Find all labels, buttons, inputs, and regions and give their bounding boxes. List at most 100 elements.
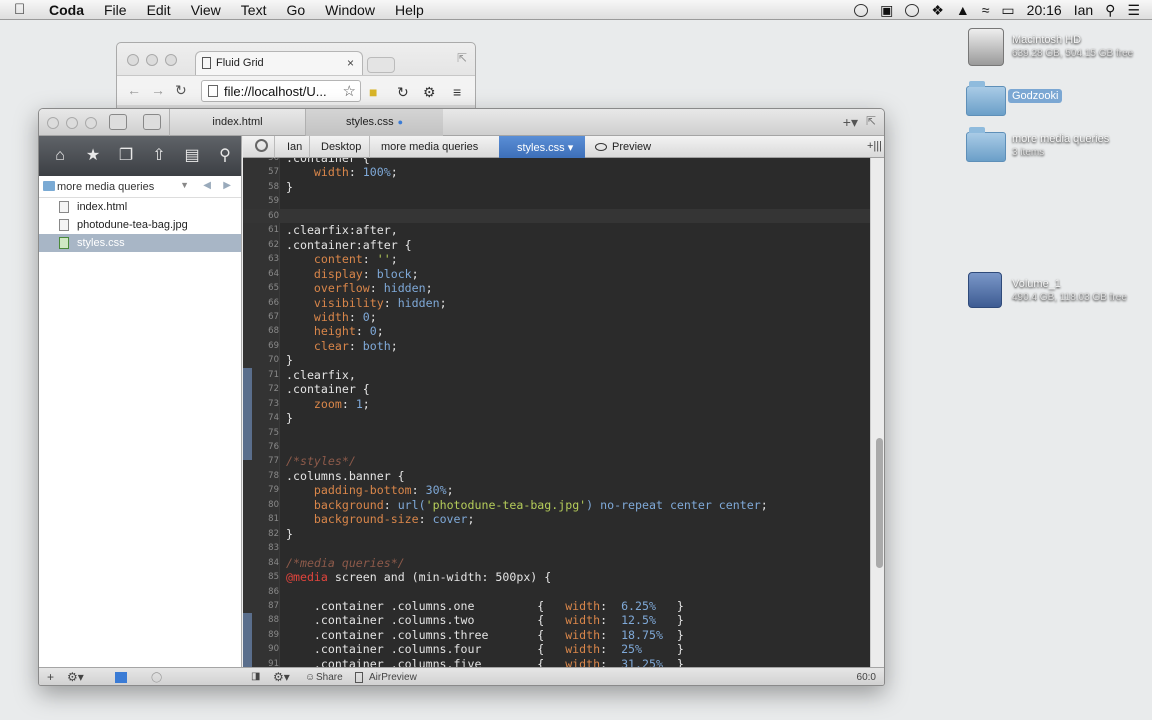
breadcrumb-label: styles.css [517, 142, 565, 154]
user-name[interactable]: Ian [1074, 2, 1093, 18]
sidebar-toggle-icon[interactable] [143, 114, 161, 130]
breadcrumb-desktop[interactable]: Desktop [321, 141, 361, 153]
icon-sublabel: 490.4 GB, 118.03 GB free [1012, 292, 1127, 303]
coda-titlebar: index.html styles.css ● +▾ ⇱ [39, 109, 884, 136]
sync-icon[interactable] [905, 3, 920, 17]
new-tab-button[interactable] [367, 57, 395, 73]
airpreview-device-icon [355, 672, 363, 683]
wifi-icon[interactable]: ≈ [982, 2, 990, 18]
window-controls [127, 54, 177, 66]
change-marker [243, 613, 252, 667]
minimize-button[interactable] [66, 117, 78, 129]
drive-icon[interactable]: ▲ [956, 2, 970, 18]
menu-file[interactable]: File [104, 2, 127, 18]
home-icon[interactable]: ⌂ [49, 146, 71, 166]
find-icon[interactable]: ⚲ [214, 146, 236, 166]
file-sidebar: ⌂ ★ ❐ ⇧ ▤ ⚲ more media queries ▼ ◀ ▶ ind… [39, 136, 242, 667]
scrollbar-thumb[interactable] [876, 438, 883, 568]
camera-icon[interactable]: ▣ [880, 2, 893, 19]
browser-toolbar: ← → ↻ file://localhost/U... ☆ ■ ↻ ⚙ ≡ [117, 75, 475, 105]
hard-drive-icon [968, 28, 1004, 66]
extension-icon[interactable]: ■ [369, 84, 377, 100]
breadcrumb-styles-css[interactable]: styles.css ▾ [499, 136, 585, 158]
menu-app-coda[interactable]: Coda [49, 2, 84, 18]
menu-text[interactable]: Text [241, 2, 267, 18]
forward-icon[interactable]: → [151, 82, 165, 98]
action-gear-icon[interactable]: ⚙▾ [67, 670, 84, 684]
clock[interactable]: 20:16 [1027, 2, 1062, 18]
settings-gear-icon[interactable]: ⚙ [423, 84, 436, 101]
address-bar[interactable]: file://localhost/U... ☆ [201, 80, 361, 102]
tab-styles-css[interactable]: styles.css ● [305, 109, 443, 136]
clips-icon[interactable]: ▤ [181, 146, 203, 166]
split-view-icon[interactable]: +||| [867, 140, 882, 152]
forward-arrow-icon[interactable]: ▶ [223, 180, 231, 191]
fullscreen-icon[interactable]: ⇱ [866, 114, 876, 128]
menu-help[interactable]: Help [395, 2, 424, 18]
menu-view[interactable]: View [191, 2, 221, 18]
sync-extension-icon[interactable]: ↻ [397, 84, 409, 101]
browser-window: Fluid Grid × ⇱ ← → ↻ file://localhost/U.… [116, 42, 476, 118]
close-button[interactable] [127, 54, 139, 66]
back-arrow-icon[interactable]: ◀ [203, 180, 211, 191]
airpreview-button[interactable]: AirPreview [369, 672, 417, 683]
breadcrumb-folder[interactable]: more media queries [381, 141, 478, 153]
notifications-icon[interactable]: ☰ [1127, 2, 1140, 19]
globe-icon[interactable]: ◯ [151, 672, 162, 683]
menu-window[interactable]: Window [325, 2, 375, 18]
spotlight-icon[interactable]: ⚲ [1105, 2, 1115, 19]
layout-icon[interactable]: ◨ [251, 671, 260, 682]
divider [265, 136, 275, 158]
tab-close-icon[interactable]: × [347, 56, 354, 70]
add-icon[interactable]: + [47, 670, 54, 684]
preview-button[interactable]: Preview [612, 141, 651, 153]
menu-icon[interactable]: ≡ [453, 84, 461, 100]
file-item-photodune-tea-bag[interactable]: photodune-tea-bag.jpg [39, 216, 241, 234]
tab-label: styles.css [345, 116, 394, 128]
time-machine-icon[interactable] [854, 3, 869, 17]
fullscreen-icon[interactable]: ⇱ [457, 51, 467, 65]
menu-go[interactable]: Go [286, 2, 305, 18]
files-icon[interactable]: ❐ [115, 146, 137, 166]
chevron-down-icon[interactable]: ▼ [180, 180, 189, 190]
dropbox-icon[interactable]: ❖ [931, 2, 944, 19]
battery-icon[interactable]: ▭ [1001, 2, 1014, 19]
icon-label: more media queries [1012, 133, 1110, 145]
icon-label: Godzooki [1008, 89, 1063, 103]
folder-icon [43, 181, 55, 191]
file-item-index-html[interactable]: index.html [39, 198, 241, 216]
path-bar: Ian Desktop more media queries styles.cs… [243, 136, 884, 158]
change-marker [243, 368, 252, 460]
file-item-styles-css[interactable]: styles.css [39, 234, 241, 252]
vertical-scrollbar[interactable] [870, 158, 884, 667]
share-button[interactable]: Share [316, 672, 343, 683]
menu-edit[interactable]: Edit [147, 2, 171, 18]
bookmarks-icon[interactable]: ★ [82, 146, 104, 166]
desktop-icon-volume-1[interactable]: Volume_1 490.4 GB, 118.03 GB free [966, 272, 1146, 312]
modified-dot-icon: ● [397, 117, 404, 127]
icon-label: Macintosh HD [1012, 34, 1082, 46]
bookmark-star-icon[interactable]: ☆ [343, 82, 356, 100]
reload-icon[interactable]: ↻ [175, 82, 187, 99]
desktop-icon-godzooki[interactable]: Godzooki [964, 81, 1144, 116]
desktop-icon-more-media-queries[interactable]: more media queries 3 items [964, 127, 1144, 164]
tab-index-html[interactable]: index.html [169, 109, 305, 136]
preview-eye-icon [595, 143, 607, 151]
minimize-button[interactable] [146, 54, 158, 66]
publish-icon[interactable]: ⇧ [148, 146, 170, 166]
zoom-button[interactable] [165, 54, 177, 66]
share-person-icon[interactable]: ☺ [305, 672, 315, 683]
window-controls [47, 117, 97, 129]
apple-menu-icon[interactable]:  [14, 1, 36, 18]
new-tab-plus-icon[interactable]: +▾ [843, 114, 858, 131]
editor-gear-icon[interactable]: ⚙▾ [273, 670, 290, 684]
desktop-icon-macintosh-hd[interactable]: Macintosh HD 639.28 GB, 504.15 GB free [966, 28, 1146, 68]
back-icon[interactable]: ← [127, 82, 141, 98]
browser-tab[interactable]: Fluid Grid × [195, 51, 363, 75]
sites-view-icon[interactable] [109, 114, 127, 130]
site-path-selector[interactable]: more media queries ▼ ◀ ▶ [39, 176, 241, 198]
close-button[interactable] [47, 117, 59, 129]
code-editor[interactable]: 56 .container { 57 width: 100%; 58} 59 60… [243, 158, 870, 667]
sidebar-mode-icon[interactable] [115, 672, 127, 683]
zoom-button[interactable] [85, 117, 97, 129]
